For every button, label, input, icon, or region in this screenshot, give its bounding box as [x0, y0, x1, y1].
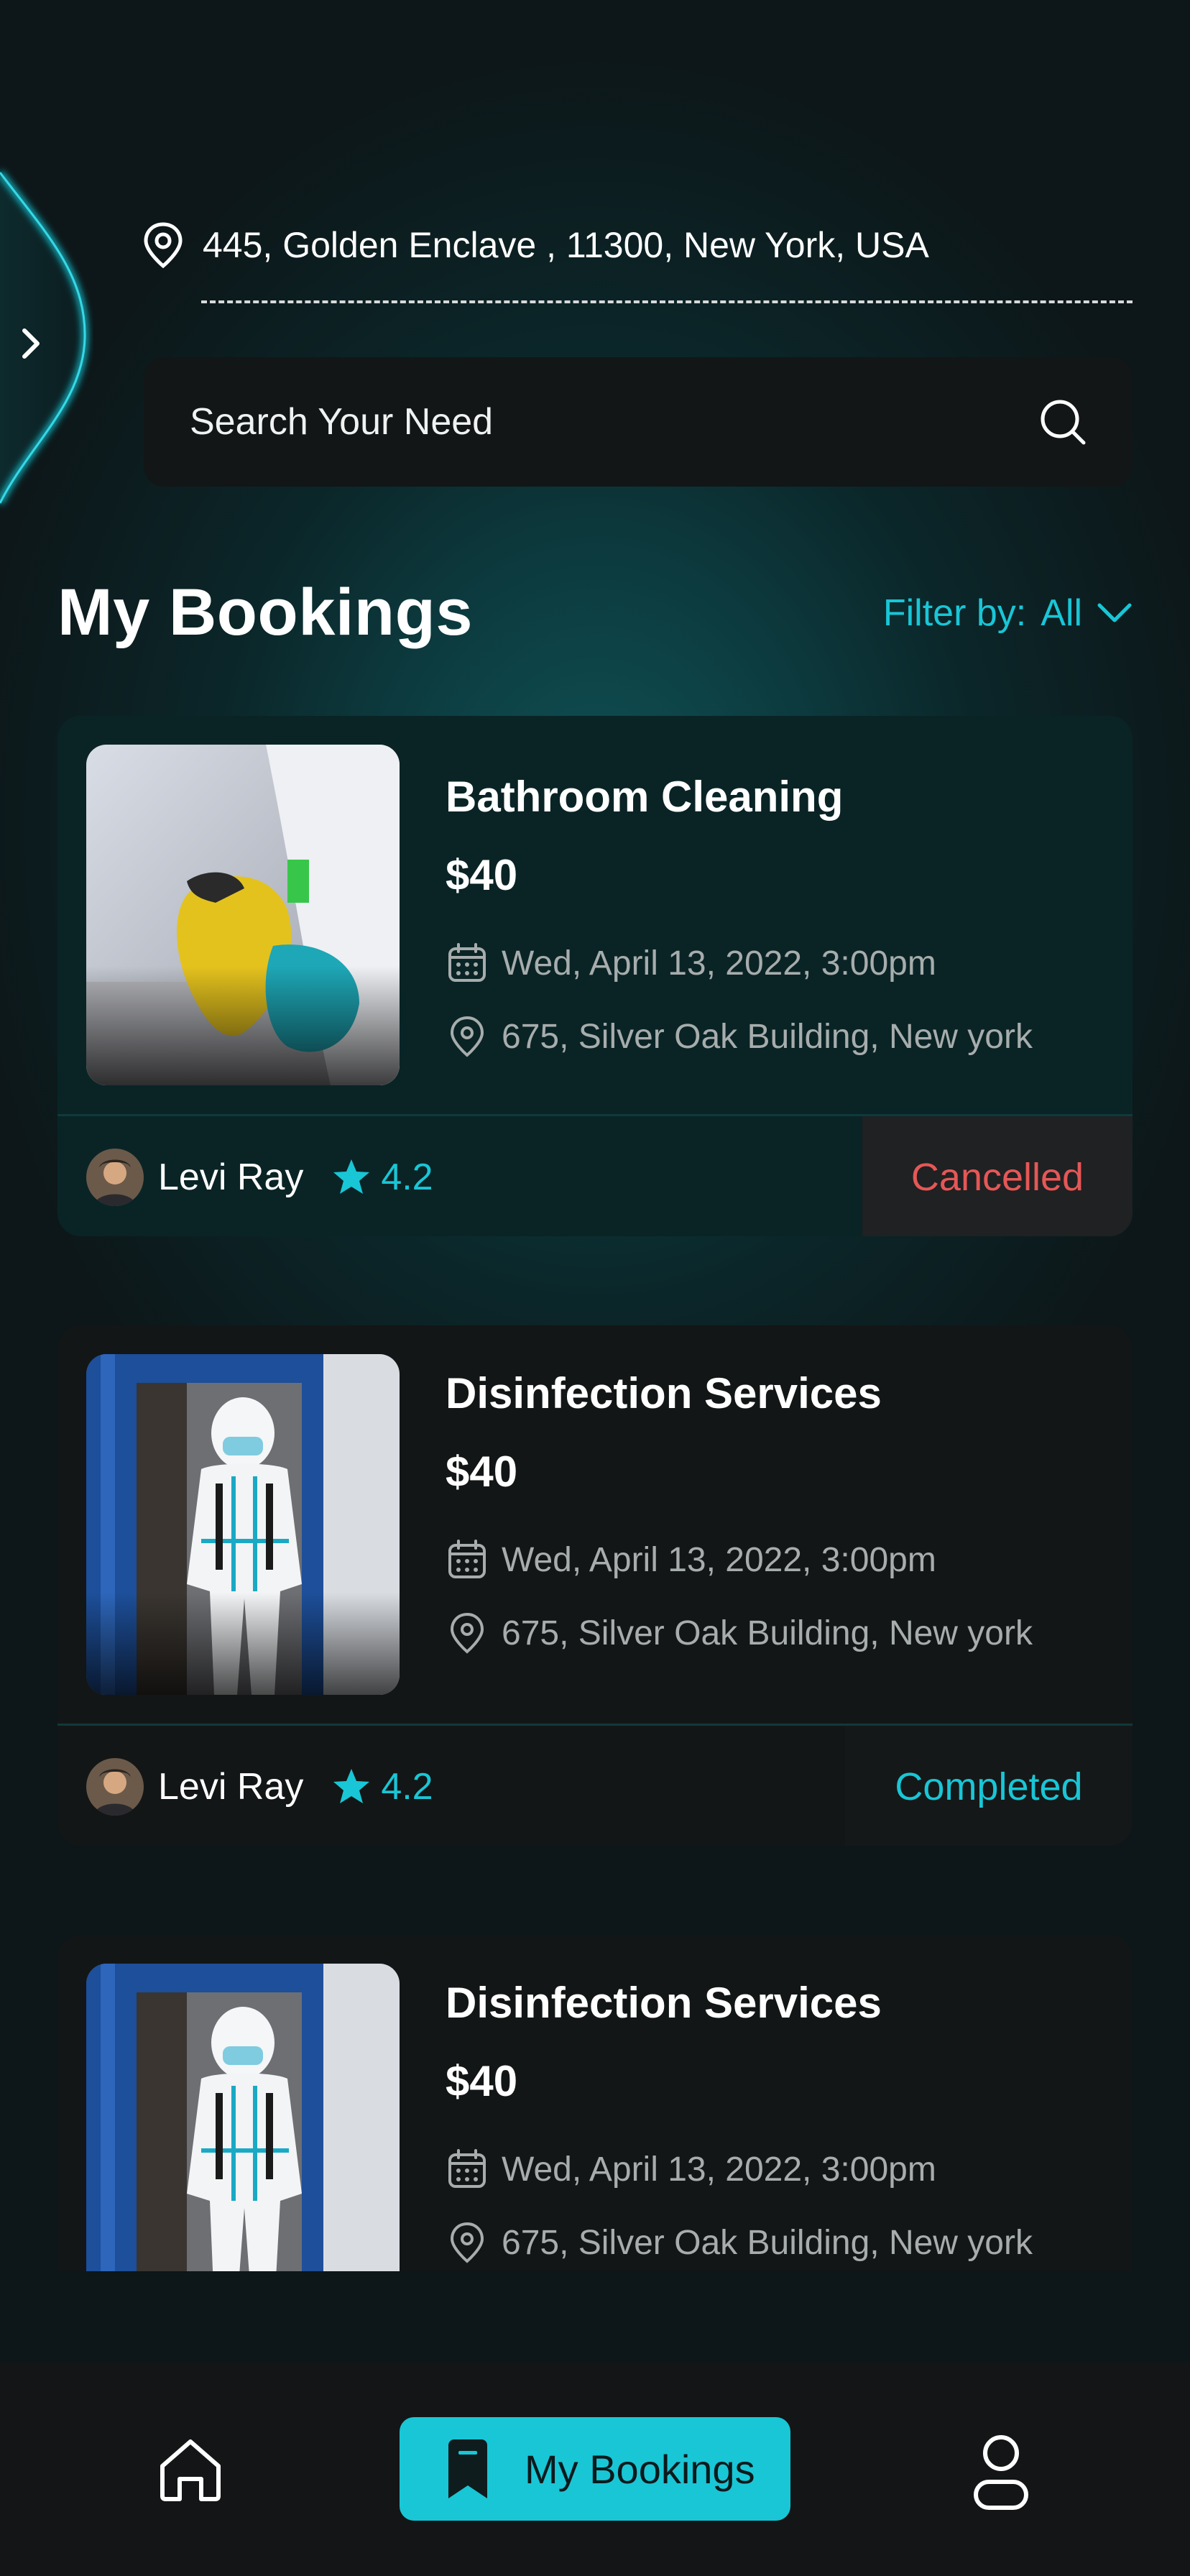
bottom-nav: My Bookings: [0, 2363, 1190, 2576]
calendar-icon: [448, 2149, 486, 2188]
page-title: My Bookings: [57, 576, 473, 649]
provider-rating: 4.2: [381, 1156, 433, 1198]
booking-date: Wed, April 13, 2022, 3:00pm: [446, 1538, 1033, 1581]
status-badge: Cancelled: [862, 1116, 1133, 1236]
filter-dropdown[interactable]: Filter by: All: [883, 592, 1133, 635]
booking-card[interactable]: Disinfection Services $40 Wed, April 13,…: [57, 1935, 1133, 2271]
booking-footer: Levi Ray 4.2 Completed: [57, 1724, 1133, 1846]
side-drawer-edge: [0, 170, 88, 505]
booking-info: Disinfection Services $40 Wed, April 13,…: [446, 1978, 1033, 2264]
booking-date-text: Wed, April 13, 2022, 3:00pm: [502, 1540, 936, 1579]
booking-location-text: 675, Silver Oak Building, New york: [502, 2223, 1033, 2262]
service-price: $40: [446, 851, 518, 899]
chevron-right-icon[interactable]: [16, 322, 45, 365]
booking-location-text: 675, Silver Oak Building, New york: [502, 1614, 1033, 1652]
location-pin-icon: [450, 1016, 484, 1057]
address-text: 445, Golden Enclave , 11300, New York, U…: [203, 225, 929, 265]
booking-location-text: 675, Silver Oak Building, New york: [502, 1017, 1033, 1056]
nav-my-bookings[interactable]: My Bookings: [400, 2417, 790, 2521]
service-photo: [86, 1964, 400, 2271]
booking-location: 675, Silver Oak Building, New york: [446, 1611, 1033, 1655]
home-icon[interactable]: [155, 2434, 226, 2505]
booking-footer: Levi Ray 4.2 Cancelled: [57, 1114, 1133, 1236]
calendar-icon: [448, 1540, 486, 1578]
provider[interactable]: Levi Ray 4.2: [86, 1116, 433, 1236]
service-name: Bathroom Cleaning: [446, 773, 844, 821]
calendar-icon: [448, 943, 486, 982]
address-divider: [201, 300, 1133, 303]
address-row[interactable]: 445, Golden Enclave , 11300, New York, U…: [141, 220, 929, 270]
location-pin-icon: [144, 222, 183, 269]
nav-my-bookings-label: My Bookings: [525, 2446, 755, 2492]
booking-card[interactable]: Disinfection Services $40 Wed, April 13,…: [57, 1325, 1133, 1846]
search-icon[interactable]: [1038, 397, 1088, 447]
service-name: Disinfection Services: [446, 1369, 882, 1417]
booking-location: 675, Silver Oak Building, New york: [446, 1015, 1033, 1058]
booking-date-text: Wed, April 13, 2022, 3:00pm: [502, 2150, 936, 2189]
service-photo: [86, 1354, 400, 1695]
booking-card[interactable]: Bathroom Cleaning $40 Wed, April 13, 202…: [57, 716, 1133, 1236]
star-icon: [333, 1769, 370, 1803]
bookmark-icon: [448, 2439, 487, 2498]
chevron-down-icon: [1097, 603, 1132, 622]
filter-label: Filter by:: [882, 592, 1027, 634]
location-pin-icon: [450, 2222, 484, 2263]
provider-name: Levi Ray: [158, 1766, 304, 1808]
booking-date: Wed, April 13, 2022, 3:00pm: [446, 942, 1033, 985]
star-icon: [333, 1159, 370, 1194]
service-photo: [86, 745, 400, 1085]
status-badge: Completed: [845, 1726, 1133, 1846]
booking-date: Wed, April 13, 2022, 3:00pm: [446, 2148, 1033, 2191]
filter-value: All: [1041, 592, 1082, 634]
avatar: [86, 1758, 144, 1816]
search-bar[interactable]: Search Your Need: [144, 357, 1133, 487]
service-name: Disinfection Services: [446, 1979, 882, 2027]
section-header: My Bookings Filter by: All: [57, 575, 1133, 650]
booking-location: 675, Silver Oak Building, New york: [446, 2221, 1033, 2264]
provider-rating: 4.2: [381, 1766, 433, 1808]
avatar: [86, 1149, 144, 1206]
search-placeholder: Search Your Need: [190, 401, 494, 443]
profile-icon[interactable]: [972, 2432, 1030, 2512]
booking-info: Disinfection Services $40 Wed, April 13,…: [446, 1368, 1033, 1655]
provider-name: Levi Ray: [158, 1156, 304, 1198]
location-pin-icon: [450, 1612, 484, 1654]
booking-info: Bathroom Cleaning $40 Wed, April 13, 202…: [446, 759, 1033, 1058]
booking-date-text: Wed, April 13, 2022, 3:00pm: [502, 944, 936, 983]
service-price: $40: [446, 2057, 518, 2105]
provider[interactable]: Levi Ray 4.2: [86, 1726, 433, 1846]
service-price: $40: [446, 1448, 518, 1496]
